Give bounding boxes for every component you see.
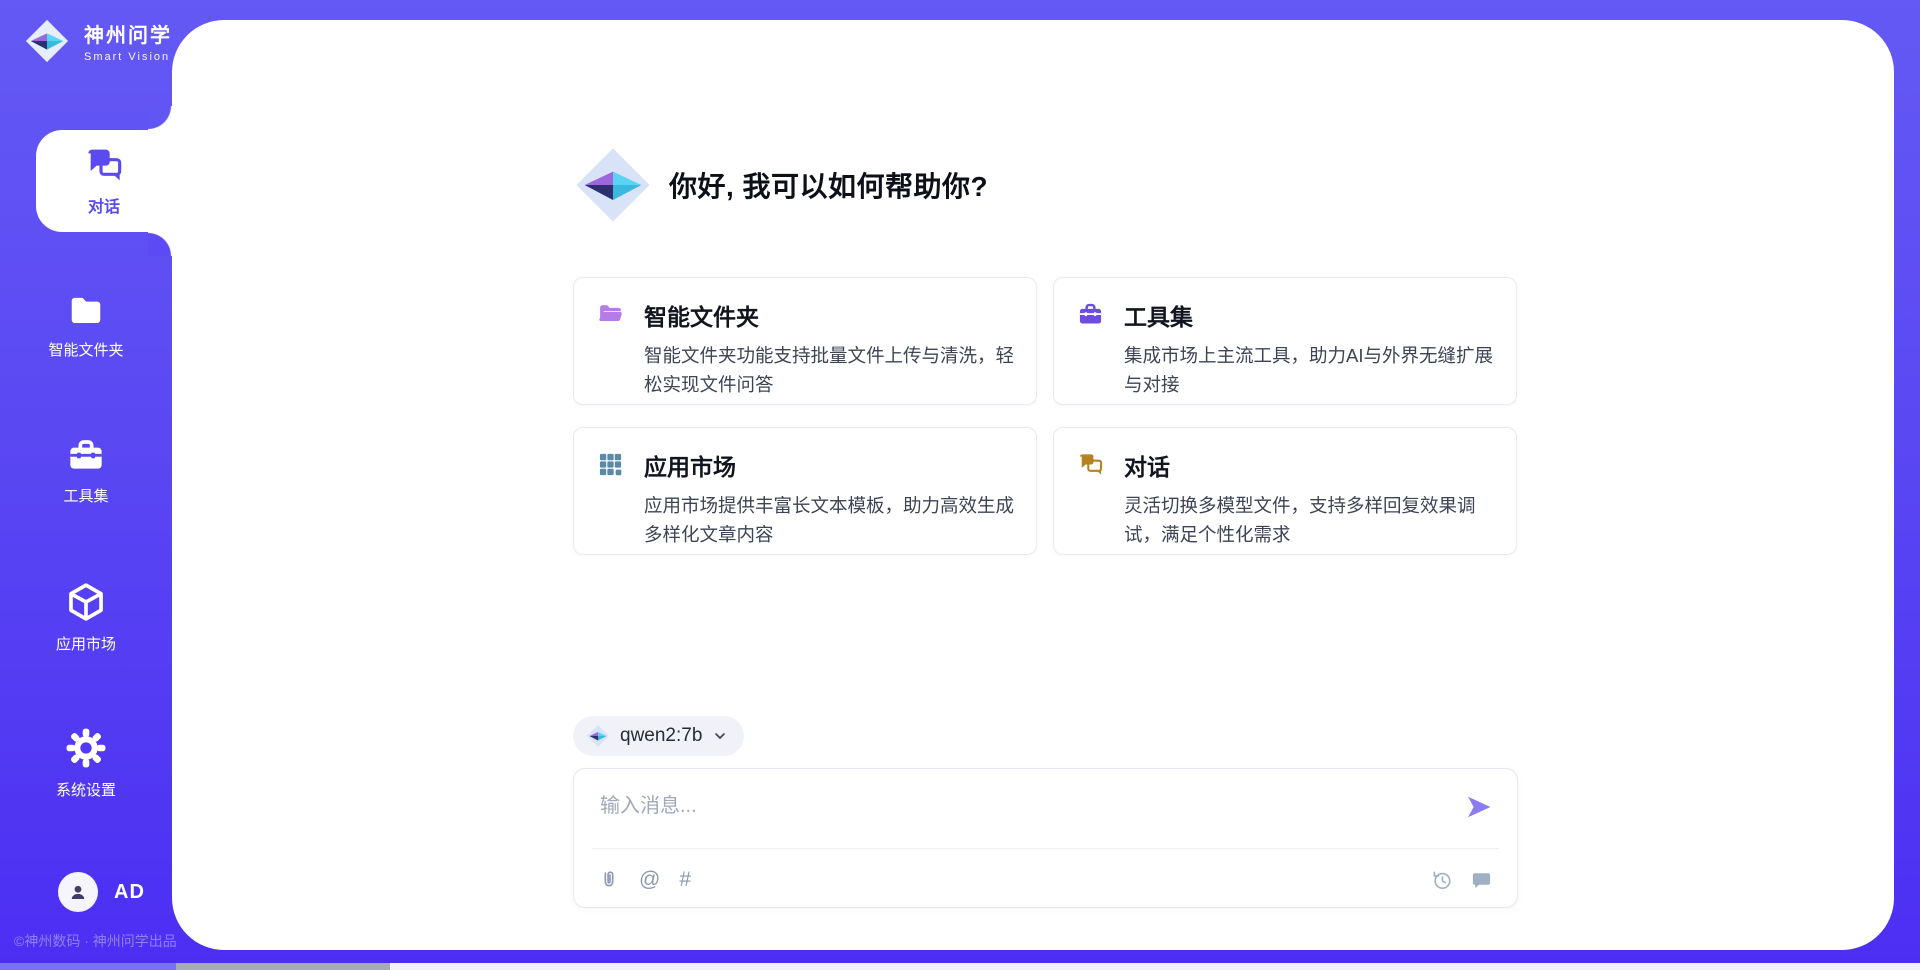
sidebar-item-label: 对话 <box>88 193 120 217</box>
brand-name: 神州问学 <box>84 19 172 48</box>
paperclip-icon <box>598 868 620 892</box>
user-profile[interactable]: AD <box>58 872 145 912</box>
brand-logo-icon <box>24 18 70 64</box>
greeting-header: 你好, 我可以如何帮助你? <box>573 145 988 225</box>
sidebar-item-label: 工具集 <box>63 485 108 506</box>
card-toolset[interactable]: 工具集 集成市场上主流工具，助力AI与外界无缝扩展与对接 <box>1053 277 1517 405</box>
active-tab-fillet-top <box>148 106 172 130</box>
chevron-down-icon <box>712 728 728 744</box>
composer-divider <box>592 848 1499 849</box>
app-brand: 神州问学 Smart Vision <box>24 18 172 64</box>
history-button[interactable] <box>1430 869 1453 892</box>
greeting-logo-icon <box>573 145 653 225</box>
model-name: qwen2:7b <box>620 725 702 747</box>
card-title: 应用市场 <box>644 448 1024 482</box>
message-input[interactable] <box>598 787 1432 843</box>
card-app-market[interactable]: 应用市场 应用市场提供丰富长文本模板，助力高效生成多样化文章内容 <box>573 427 1037 555</box>
folder-open-icon <box>597 301 624 328</box>
brand-subtitle: Smart Vision <box>84 51 172 63</box>
card-description: 应用市场提供丰富长文本模板，助力高效生成多样化文章内容 <box>644 491 1024 549</box>
card-description: 智能文件夹功能支持批量文件上传与清洗，轻松实现文件问答 <box>644 341 1024 399</box>
sidebar-item-app-market[interactable]: 应用市场 <box>0 580 172 654</box>
chat-icon <box>82 145 126 185</box>
model-selector[interactable]: qwen2:7b <box>573 716 744 756</box>
scrollbar-thumb[interactable] <box>176 963 390 970</box>
sidebar-item-smart-folder[interactable]: 智能文件夹 <box>0 292 172 360</box>
copyright-footer: ©神州数码 · 神州问学出品 <box>14 931 184 951</box>
attachment-button[interactable] <box>598 868 620 892</box>
sidebar-item-label: 应用市场 <box>56 633 116 654</box>
feature-cards: 智能文件夹 智能文件夹功能支持批量文件上传与清洗，轻松实现文件问答 工具集 集成… <box>573 277 1517 555</box>
card-chat[interactable]: 对话 灵活切换多模型文件，支持多样回复效果调试，满足个性化需求 <box>1053 427 1517 555</box>
person-icon <box>67 881 89 903</box>
chat-icon <box>1077 451 1104 478</box>
card-title: 智能文件夹 <box>644 298 1024 332</box>
history-clock-icon <box>1430 869 1453 892</box>
toolbox-icon <box>64 436 108 476</box>
sidebar-item-settings[interactable]: 系统设置 <box>0 726 172 800</box>
mention-button[interactable]: @ <box>639 869 660 891</box>
greeting-title: 你好, 我可以如何帮助你? <box>669 165 988 205</box>
grid-icon <box>597 451 624 478</box>
sidebar-item-label: 智能文件夹 <box>48 339 123 360</box>
avatar <box>58 872 98 912</box>
active-tab-fillet-bottom <box>148 232 172 256</box>
user-initials: AD <box>114 881 145 904</box>
feedback-button[interactable] <box>1470 869 1493 892</box>
scrollbar-left-segment <box>0 963 176 970</box>
card-title: 对话 <box>1124 448 1504 482</box>
gear-icon <box>64 726 108 770</box>
hashtag-button[interactable]: # <box>679 869 691 891</box>
model-logo-icon <box>586 724 610 748</box>
card-description: 灵活切换多模型文件，支持多样回复效果调试，满足个性化需求 <box>1124 491 1504 549</box>
toolbox-icon <box>1077 301 1104 328</box>
card-title: 工具集 <box>1124 298 1504 332</box>
send-icon <box>1465 793 1493 821</box>
horizontal-scrollbar <box>0 963 1920 970</box>
card-smart-folder[interactable]: 智能文件夹 智能文件夹功能支持批量文件上传与清洗，轻松实现文件问答 <box>573 277 1037 405</box>
card-description: 集成市场上主流工具，助力AI与外界无缝扩展与对接 <box>1124 341 1504 399</box>
sidebar-item-toolset[interactable]: 工具集 <box>0 436 172 506</box>
sidebar-item-label: 系统设置 <box>56 779 116 800</box>
folder-icon <box>65 292 107 330</box>
sidebar-item-chat[interactable]: 对话 <box>36 130 172 232</box>
chat-bubble-icon <box>1470 869 1493 892</box>
cube-icon <box>64 580 108 624</box>
message-composer: @ # <box>573 768 1518 908</box>
send-button[interactable] <box>1465 793 1493 821</box>
main-content-panel: 你好, 我可以如何帮助你? 智能文件夹 智能文件夹功能支持批量文件上传与清洗，轻… <box>172 20 1894 950</box>
